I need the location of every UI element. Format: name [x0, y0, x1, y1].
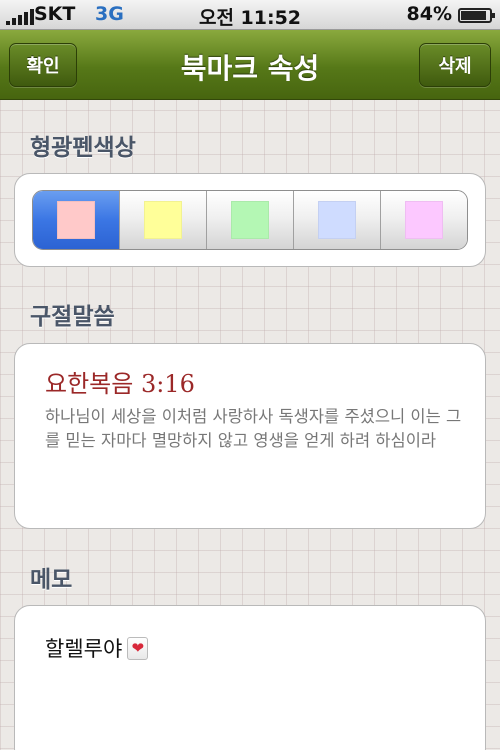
purple-swatch [405, 201, 443, 239]
color-option-blue[interactable] [294, 191, 381, 249]
green-swatch [231, 201, 269, 239]
memo-field[interactable]: 할렐루야 ❤ [14, 605, 486, 750]
verse-card: 요한복음 3:16 하나님이 세상을 이처럼 사랑하사 독생자를 주셨으니 이는… [14, 343, 486, 529]
status-bar: SKT 3G 오전 11:52 84% [0, 0, 500, 30]
memo-content: 할렐루야 ❤ [45, 633, 149, 663]
highlight-color-picker [32, 190, 468, 250]
blue-swatch [318, 201, 356, 239]
heart-icon: ❤ [127, 636, 149, 660]
verse-reference: 요한복음 3:16 [45, 370, 195, 398]
color-option-purple[interactable] [381, 191, 467, 249]
memo-header: 메모 [30, 567, 73, 593]
navigation-bar: 확인 북마크 속성 삭제 [0, 30, 500, 100]
color-option-pink[interactable] [33, 191, 120, 249]
battery-fill [461, 11, 487, 20]
delete-button[interactable]: 삭제 [419, 43, 491, 87]
color-option-green[interactable] [207, 191, 294, 249]
yellow-swatch [144, 201, 182, 239]
verse-text: 하나님이 세상을 이처럼 사랑하사 독생자를 주셨으니 이는 그를 믿는 자마다… [45, 407, 462, 450]
highlight-color-header: 형광펜색상 [30, 135, 136, 161]
battery-percent: 84% [406, 3, 452, 25]
pink-swatch [57, 201, 95, 239]
color-option-yellow[interactable] [120, 191, 207, 249]
verse-header: 구절말씀 [30, 304, 115, 330]
highlight-color-card [14, 173, 486, 267]
battery-icon [458, 8, 495, 23]
memo-text: 할렐루야 [45, 637, 123, 661]
